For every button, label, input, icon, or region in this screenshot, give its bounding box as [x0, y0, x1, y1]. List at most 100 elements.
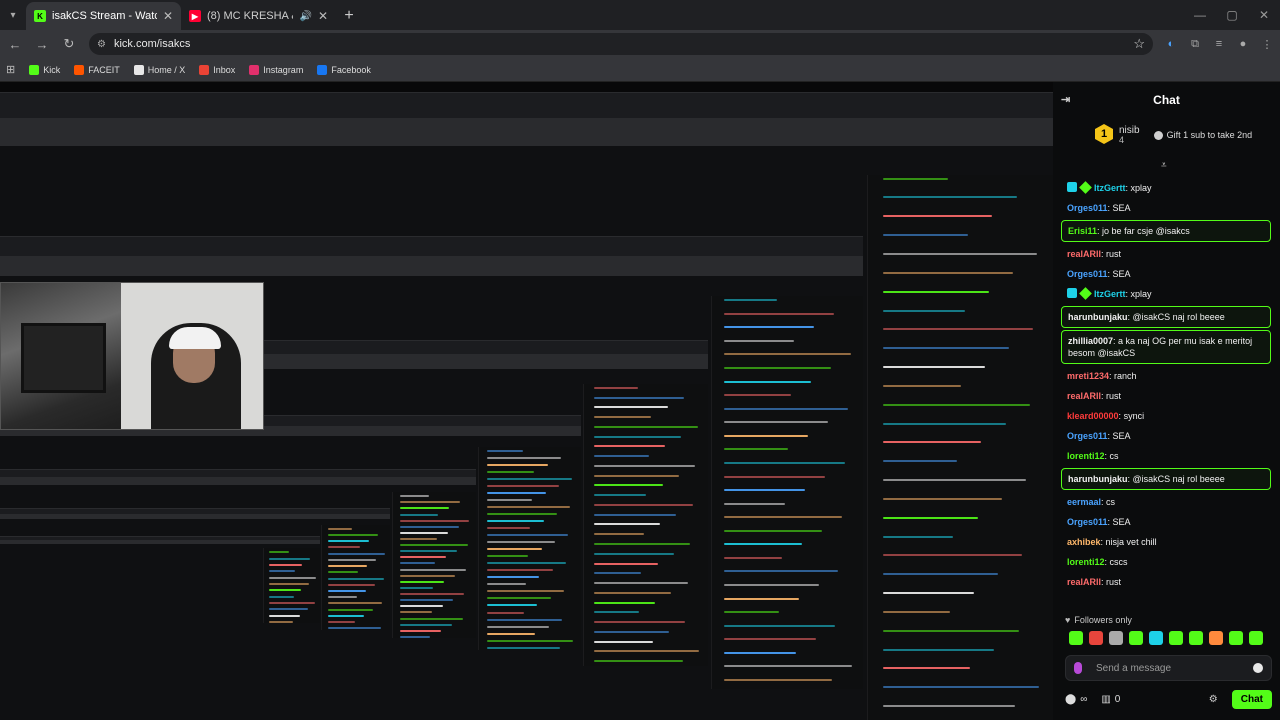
bookmark-faceit[interactable]: FACEIT	[74, 64, 120, 75]
verified-badge-icon	[1079, 181, 1092, 194]
chat-message[interactable]: Orges011: SEA	[1061, 264, 1271, 284]
gift-icon	[1153, 130, 1163, 140]
gift-leaderboard[interactable]: 1 nisib 4 Gift 1 sub to take 2nd	[1053, 118, 1280, 152]
chat-username[interactable]: kleard00000	[1067, 411, 1119, 421]
close-window-icon[interactable]: ✕	[1248, 0, 1280, 30]
emote-icon[interactable]	[1089, 631, 1103, 645]
maximize-icon[interactable]: ▢	[1216, 0, 1248, 30]
apps-icon[interactable]: ⊞	[6, 63, 15, 76]
chat-username[interactable]: realARll	[1067, 249, 1101, 259]
stream-video-player[interactable]	[0, 82, 1053, 720]
emote-icon[interactable]	[1109, 631, 1123, 645]
chat-text: SEA	[1112, 431, 1131, 441]
collapse-chat-icon[interactable]: ⇥	[1061, 93, 1070, 106]
tab-search-icon[interactable]: ▾	[0, 0, 26, 30]
mic-icon[interactable]	[1074, 662, 1082, 674]
trash-icon: ▥	[1101, 693, 1111, 705]
back-icon[interactable]: ←	[3, 32, 27, 56]
points-indicator[interactable]: ⬤ ∞	[1065, 694, 1087, 705]
emote-icon[interactable]	[1069, 631, 1083, 645]
chat-username[interactable]: harunbunjaku	[1068, 312, 1128, 322]
chat-message[interactable]: realARll: rust	[1061, 572, 1271, 592]
kick-icon	[29, 64, 40, 75]
profile-icon[interactable]: ●	[1233, 34, 1253, 54]
chat-username[interactable]: ItzGertt	[1094, 289, 1126, 299]
emote-bar	[1069, 631, 1263, 645]
chat-username[interactable]: mreti1234	[1067, 371, 1109, 381]
chat-username[interactable]: Erisi11	[1068, 226, 1097, 236]
chat-text: SEA	[1112, 269, 1131, 279]
emote-icon[interactable]	[1169, 631, 1183, 645]
emote-icon[interactable]	[1129, 631, 1143, 645]
chat-username[interactable]: Orges011	[1067, 431, 1108, 441]
close-icon[interactable]: ✕	[163, 9, 173, 23]
bookmark-star-icon[interactable]: ☆	[1133, 36, 1145, 52]
chat-message[interactable]: ItzGertt: xplay	[1061, 284, 1271, 304]
chat-username[interactable]: zhillia0007	[1068, 336, 1113, 346]
chat-message[interactable]: eermaal: cs	[1061, 492, 1271, 512]
bookmark-kick[interactable]: Kick	[29, 64, 60, 75]
chat-message[interactable]: axhibek: nisja vet chill	[1061, 532, 1271, 552]
chat-username[interactable]: lorenti12	[1067, 557, 1105, 567]
settings-gear-icon[interactable]: ⚙	[1209, 694, 1218, 705]
followers-only-notice: ♥ Followers only	[1065, 615, 1132, 625]
gift-prompt[interactable]: Gift 1 sub to take 2nd	[1153, 130, 1252, 140]
chat-username[interactable]: eermaal	[1067, 497, 1101, 507]
forward-icon[interactable]: →	[30, 32, 54, 56]
minimize-icon[interactable]: —	[1184, 0, 1216, 30]
chat-message[interactable]: lorenti12: cs	[1061, 446, 1271, 466]
queue-indicator[interactable]: ▥ 0	[1101, 694, 1120, 705]
emote-icon[interactable]	[1189, 631, 1203, 645]
chat-message[interactable]: Orges011: SEA	[1061, 512, 1271, 532]
bookmark-facebook[interactable]: Facebook	[317, 64, 371, 75]
chat-message[interactable]: harunbunjaku: @isakCS naj rol beeee	[1061, 306, 1271, 328]
chat-username[interactable]: lorenti12	[1067, 451, 1105, 461]
chat-message[interactable]: Orges011: SEA	[1061, 198, 1271, 218]
chat-username[interactable]: realARll	[1067, 391, 1101, 401]
emote-icon[interactable]	[1149, 631, 1163, 645]
emote-icon[interactable]	[1249, 631, 1263, 645]
chat-username[interactable]: Orges011	[1067, 517, 1108, 527]
chat-username[interactable]: ItzGertt	[1094, 183, 1126, 193]
chat-message[interactable]: kleard00000: synci	[1061, 406, 1271, 426]
emote-icon[interactable]	[1229, 631, 1243, 645]
chat-message[interactable]: harunbunjaku: @isakCS naj rol beeee	[1061, 468, 1271, 490]
chat-username[interactable]: Orges011	[1067, 203, 1108, 213]
chat-message[interactable]: Erisi11: jo be far csje @isakcs	[1061, 220, 1271, 242]
message-input-box[interactable]	[1065, 655, 1272, 681]
extension-icon[interactable]: ◐	[1161, 34, 1181, 54]
chat-send-button[interactable]: Chat	[1231, 689, 1272, 709]
bookmark-instagram[interactable]: Instagram	[249, 64, 303, 75]
scroll-down-icon[interactable]: ⩡	[1161, 160, 1167, 171]
close-icon[interactable]: ✕	[318, 9, 328, 23]
chat-username[interactable]: harunbunjaku	[1068, 474, 1128, 484]
send-message-input[interactable]	[1096, 662, 1253, 674]
chat-username[interactable]: axhibek	[1067, 537, 1101, 547]
chat-message[interactable]: realARll: rust	[1061, 244, 1271, 264]
chat-message[interactable]: mreti1234: ranch	[1061, 366, 1271, 386]
bookmark-inbox[interactable]: Inbox	[199, 64, 235, 75]
tab-youtube[interactable]: ▶ (8) MC KRESHA & LYRICAL SON 🔊 ✕	[181, 2, 336, 30]
gmail-icon	[199, 64, 210, 75]
chat-message[interactable]: zhillia0007: a ka naj OG per mu isak e m…	[1061, 330, 1271, 364]
media-icon[interactable]: ≡	[1209, 34, 1229, 54]
tab-kick-stream[interactable]: K isakCS Stream - Watch Live on Kick ✕	[26, 2, 181, 30]
chat-message[interactable]: ItzGertt: xplay	[1061, 178, 1271, 198]
chat-username[interactable]: Orges011	[1067, 269, 1108, 279]
new-tab-button[interactable]: +	[336, 2, 362, 30]
bookmark-x[interactable]: Home / X	[133, 64, 185, 75]
emoji-picker-icon[interactable]	[1253, 663, 1263, 673]
menu-icon[interactable]: ⋮	[1257, 34, 1277, 54]
browser-toolbar: ← → ↻ ⚙ kick.com/isakcs ☆ ◐ ⧉ ≡ ● ⋮	[0, 30, 1280, 58]
chat-message[interactable]: Orges011: SEA	[1061, 426, 1271, 446]
address-bar[interactable]: ⚙ kick.com/isakcs ☆	[89, 33, 1153, 55]
chat-message[interactable]: lorenti12: cscs	[1061, 552, 1271, 572]
puzzle-icon[interactable]: ⧉	[1185, 34, 1205, 54]
chat-message[interactable]: realARll: rust	[1061, 386, 1271, 406]
window-controls: — ▢ ✕	[1184, 0, 1280, 30]
chat-username[interactable]: realARll	[1067, 577, 1101, 587]
reload-icon[interactable]: ↻	[57, 32, 81, 56]
speaker-icon[interactable]: 🔊	[299, 11, 311, 22]
site-info-icon[interactable]: ⚙	[97, 39, 106, 50]
emote-icon[interactable]	[1209, 631, 1223, 645]
